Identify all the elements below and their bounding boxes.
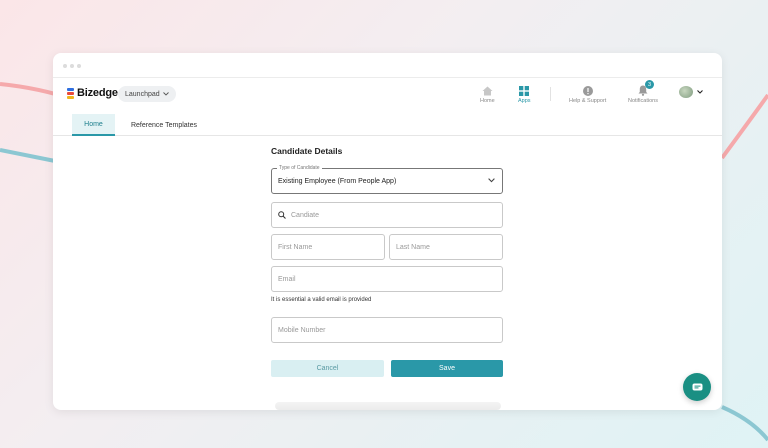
chat-button[interactable] [683,373,711,401]
email-placeholder: Email [278,275,296,283]
launchpad-label: Launchpad [125,90,160,98]
nav-home-label: Home [480,98,495,104]
nav-home[interactable]: Home [480,84,495,104]
first-name-placeholder: First Name [278,243,313,251]
chevron-down-icon [488,178,495,183]
chevron-down-icon [697,90,703,94]
window-dot [77,64,81,68]
mobile-placeholder: Mobile Number [278,326,326,334]
tab-bar: Home Reference Templates [53,110,722,136]
brand-name: Bizedge [77,87,118,99]
save-button[interactable]: Save [391,360,503,377]
type-of-candidate-label: Type of Candidate [277,165,322,171]
profile-menu[interactable] [679,86,703,98]
window-titlebar [53,53,722,78]
nav-apps-label: Apps [518,98,531,104]
chat-icon [692,383,702,390]
app-window: Bizedge Launchpad Home Apps Help & Suppo… [53,53,722,410]
window-dot [70,64,74,68]
notification-badge: 3 [645,80,654,89]
type-of-candidate-select[interactable]: Type of Candidate Existing Employee (Fro… [271,165,503,194]
nav-help-support-label: Help & Support [569,98,607,104]
last-name-placeholder: Last Name [396,243,430,251]
tab-home[interactable]: Home [72,114,115,136]
type-of-candidate-value: Existing Employee (From People App) [278,177,397,185]
cancel-button[interactable]: Cancel [271,360,384,377]
email-field[interactable]: Email [271,266,503,292]
mobile-number-field[interactable]: Mobile Number [271,317,503,343]
launchpad-dropdown[interactable]: Launchpad [118,86,176,102]
search-icon [278,211,286,219]
nav-notifications[interactable]: Notifications [628,84,658,104]
app-header: Bizedge Launchpad Home Apps Help & Suppo… [53,78,722,110]
home-icon [482,86,493,96]
apps-grid-icon [519,86,530,96]
last-name-field[interactable]: Last Name [389,234,503,260]
scroll-fade [275,402,501,410]
nav-apps[interactable]: Apps [518,84,531,104]
tab-reference-templates[interactable]: Reference Templates [127,114,201,136]
bizedge-logo[interactable]: Bizedge [67,87,118,99]
nav-help-support[interactable]: Help & Support [569,84,606,104]
first-name-field[interactable]: First Name [271,234,385,260]
avatar [679,86,693,98]
chevron-down-icon [162,92,169,96]
info-icon [582,86,593,96]
nav-notifications-label: Notifications [628,98,658,104]
candidate-search-input[interactable]: Candiate [271,202,503,228]
nav-divider [550,87,551,101]
candidate-placeholder: Candiate [291,211,320,219]
email-hint: It is essential a valid email is provide… [271,297,372,303]
bizedge-logo-icon [67,87,74,99]
form-title: Candidate Details [271,146,343,156]
window-dot [63,64,67,68]
